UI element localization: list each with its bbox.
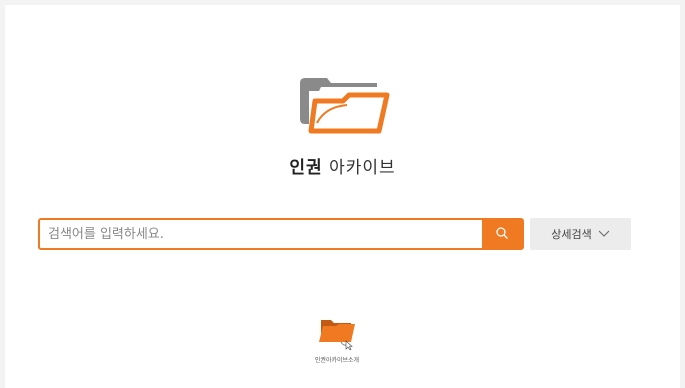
chevron-down-icon [598, 228, 610, 241]
folder-logo-icon [297, 77, 397, 147]
archive-intro-link[interactable]: 인권아카이브소개 [297, 316, 377, 364]
advanced-search-label: 상세검색 [551, 228, 592, 241]
page: 인권 아카이브 상세검색 [5, 5, 680, 388]
advanced-search-button[interactable]: 상세검색 [530, 218, 631, 250]
archive-intro-label: 인권아카이브소개 [314, 357, 360, 364]
site-title-light: 아카이브 [329, 158, 396, 178]
search-input[interactable] [40, 220, 480, 248]
site-title-bold: 인권 [289, 158, 323, 178]
search-button[interactable] [482, 220, 522, 248]
site-title: 인권 아카이브 [5, 153, 680, 178]
search-icon [495, 226, 509, 243]
search-box [38, 218, 524, 250]
folder-cursor-icon [317, 320, 357, 354]
